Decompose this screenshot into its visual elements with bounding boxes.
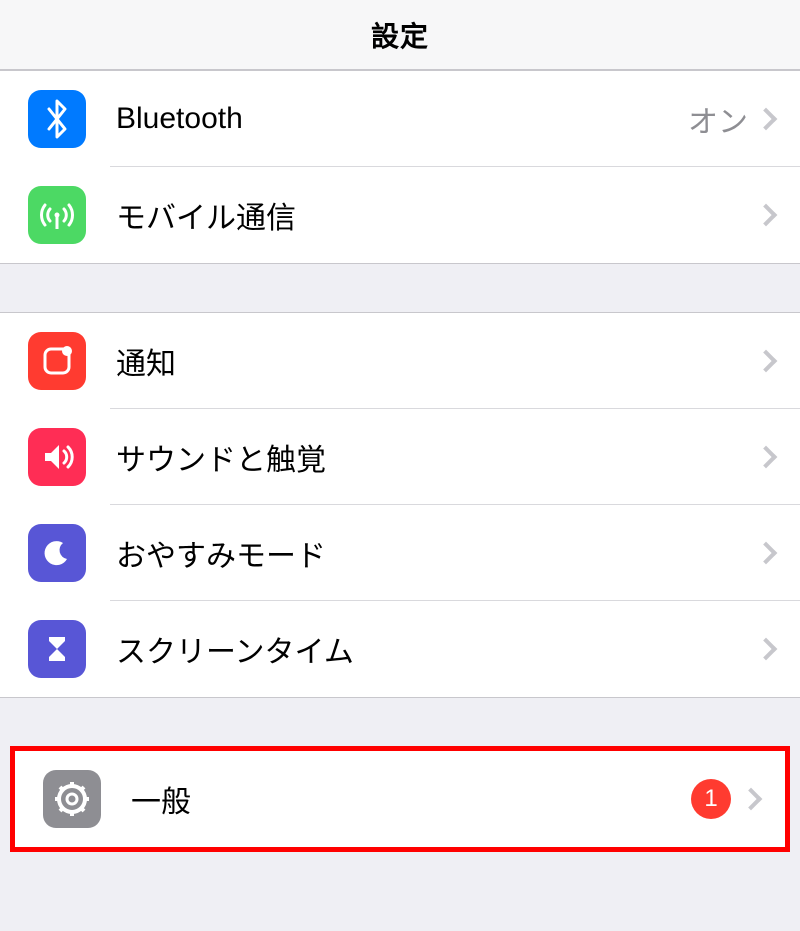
hourglass-icon (28, 620, 86, 678)
gear-icon (43, 770, 101, 828)
row-label: 通知 (116, 339, 758, 383)
settings-group-system: 通知 サウンドと触覚 おやすみモード スクリー (0, 312, 800, 698)
highlight-box: 一般 1 (10, 746, 790, 852)
row-label: サウンドと触覚 (116, 435, 758, 479)
row-screen-time[interactable]: スクリーンタイム (0, 601, 800, 697)
chevron-right-icon (740, 788, 763, 811)
row-bluetooth[interactable]: Bluetooth オン (0, 71, 800, 167)
row-label: モバイル通信 (116, 193, 758, 237)
notifications-icon (28, 332, 86, 390)
chevron-right-icon (755, 446, 778, 469)
moon-icon (28, 524, 86, 582)
row-label: Bluetooth (116, 102, 688, 136)
chevron-right-icon (755, 204, 778, 227)
row-label: 一般 (131, 777, 691, 821)
row-label: スクリーンタイム (116, 627, 758, 671)
chevron-right-icon (755, 638, 778, 661)
settings-header: 設定 (0, 0, 800, 70)
notification-badge: 1 (691, 779, 731, 819)
chevron-right-icon (755, 350, 778, 373)
row-sounds[interactable]: サウンドと触覚 (0, 409, 800, 505)
page-title: 設定 (371, 15, 429, 55)
row-cellular[interactable]: モバイル通信 (0, 167, 800, 263)
chevron-right-icon (755, 108, 778, 131)
settings-group-general: 一般 1 (15, 751, 785, 847)
chevron-right-icon (755, 542, 778, 565)
row-value: オン (688, 97, 748, 141)
bluetooth-icon (28, 90, 86, 148)
row-do-not-disturb[interactable]: おやすみモード (0, 505, 800, 601)
settings-group-connectivity: Bluetooth オン モバイル通信 (0, 70, 800, 264)
cellular-icon (28, 186, 86, 244)
row-general[interactable]: 一般 1 (15, 751, 785, 847)
row-notifications[interactable]: 通知 (0, 313, 800, 409)
row-label: おやすみモード (116, 531, 758, 575)
sounds-icon (28, 428, 86, 486)
